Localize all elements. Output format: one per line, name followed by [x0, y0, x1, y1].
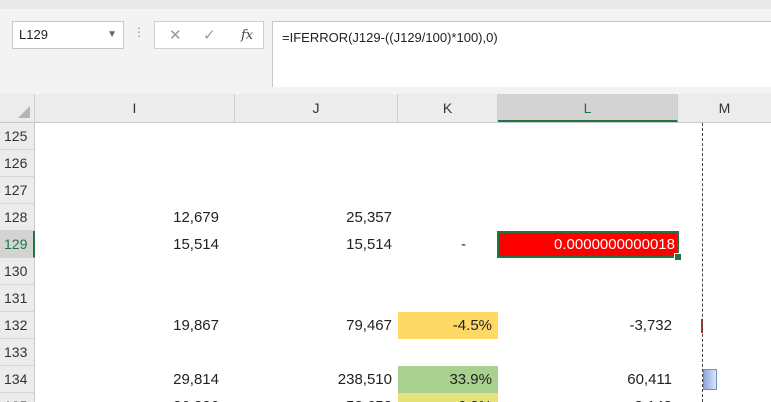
data-bar-positive: [703, 369, 717, 390]
function-icon[interactable]: fx: [241, 28, 253, 43]
table-row: 132 19,867 79,467 -4.5% -3,732: [0, 312, 771, 339]
table-row: 128 12,679 25,357: [0, 204, 771, 231]
check-icon[interactable]: ✓: [203, 26, 216, 44]
row-header[interactable]: 134: [0, 366, 35, 393]
column-headers: I J K L M: [0, 94, 771, 123]
row-header[interactable]: 132: [0, 312, 35, 339]
table-row: 125: [0, 123, 771, 150]
column-header-i[interactable]: I: [35, 94, 235, 122]
select-all-button[interactable]: [0, 94, 35, 122]
row-header[interactable]: 125: [0, 123, 35, 150]
column-header-l[interactable]: L: [498, 94, 678, 122]
cell-i134[interactable]: 29,814: [35, 366, 225, 393]
chevron-down-icon[interactable]: ▼: [107, 22, 117, 48]
formula-bar-area: L129 ▼ ⋮ ✕ ✓ fx =IFERROR(J129-((J129/100…: [0, 9, 771, 92]
column-header-j[interactable]: J: [235, 94, 398, 122]
name-box-value: L129: [19, 27, 48, 42]
cell-i135[interactable]: 26,826: [35, 393, 225, 402]
row-header[interactable]: 130: [0, 258, 35, 285]
formula-input[interactable]: =IFERROR(J129-((J129/100)*100),0): [272, 21, 771, 92]
table-row: 130: [0, 258, 771, 285]
cell-j132[interactable]: 79,467: [235, 312, 398, 339]
row-header[interactable]: 135: [0, 393, 35, 402]
cell-i128[interactable]: 12,679: [35, 204, 225, 231]
cell-i129[interactable]: 15,514: [35, 231, 225, 258]
formula-gap: [0, 87, 771, 94]
cell-l134[interactable]: 60,411: [498, 366, 678, 393]
cell-l132[interactable]: -3,732: [498, 312, 678, 339]
row-header[interactable]: 129: [0, 231, 35, 258]
vertical-dots-icon: ⋮: [133, 25, 145, 39]
table-row: 127: [0, 177, 771, 204]
cell-j135[interactable]: 53,652: [235, 393, 398, 402]
cell-k132[interactable]: -4.5%: [398, 312, 498, 339]
row-header[interactable]: 128: [0, 204, 35, 231]
table-row: 129 15,514 15,514 - 0.0000000000018: [0, 231, 771, 261]
name-box[interactable]: L129 ▼: [12, 21, 124, 49]
row-header[interactable]: 131: [0, 285, 35, 312]
cell-k135[interactable]: 6.2%: [398, 393, 498, 402]
cell-l129-selected[interactable]: 0.0000000000018: [497, 231, 682, 261]
formula-text: =IFERROR(J129-((J129/100)*100),0): [282, 30, 498, 45]
select-all-triangle-icon: [18, 106, 30, 118]
cell-k129[interactable]: -: [398, 231, 478, 258]
close-icon[interactable]: ✕: [169, 26, 182, 44]
column-header-m[interactable]: M: [678, 94, 771, 122]
formula-buttons: ✕ ✓ fx: [154, 21, 264, 49]
page-break-line: [702, 123, 703, 402]
row-header[interactable]: 127: [0, 177, 35, 204]
table-row: 134 29,814 238,510 33.9% 60,411: [0, 366, 771, 393]
column-header-k[interactable]: K: [398, 94, 498, 122]
table-row: 133: [0, 339, 771, 366]
cell-j129[interactable]: 15,514: [235, 231, 398, 258]
cell-j128[interactable]: 25,357: [235, 204, 398, 231]
cell-l135[interactable]: 3,143: [498, 393, 678, 402]
row-header[interactable]: 126: [0, 150, 35, 177]
row-header[interactable]: 133: [0, 339, 35, 366]
table-row: 135 26,826 53,652 6.2% 3,143: [0, 393, 771, 402]
cell-i132[interactable]: 19,867: [35, 312, 225, 339]
table-row: 131: [0, 285, 771, 312]
cell-k134[interactable]: 33.9%: [398, 366, 498, 393]
cell-j134[interactable]: 238,510: [235, 366, 398, 393]
table-row: 126: [0, 150, 771, 177]
